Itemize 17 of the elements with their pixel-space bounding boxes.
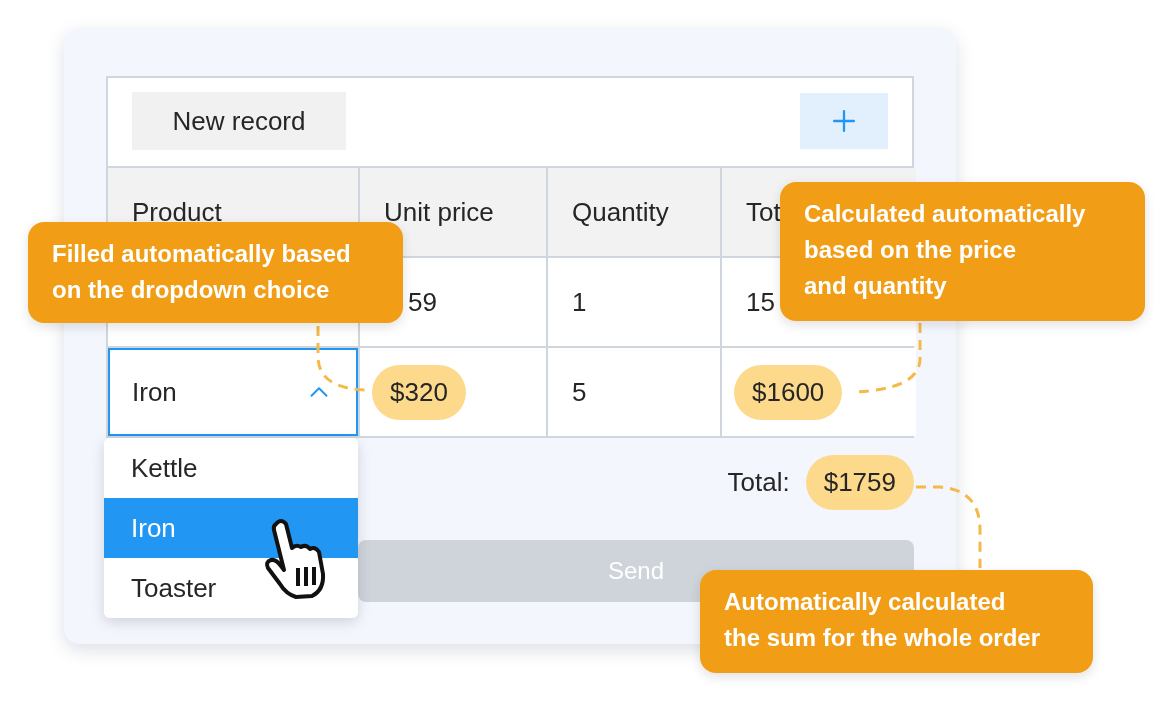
dropdown-option[interactable]: Kettle <box>104 438 358 498</box>
row-total-pill: $1600 <box>734 364 843 420</box>
table-cell: 1 <box>572 286 587 318</box>
total-pill: $1759 <box>805 454 914 510</box>
annotation-tooltip: Filled automatically based on the dropdown choice <box>28 222 403 323</box>
annotation-tooltip: Calculated automatically based on the price and quantity <box>780 182 1145 321</box>
total-label: Total: <box>727 466 790 498</box>
table-cell: 5 <box>572 376 587 408</box>
column-header: Quantity <box>548 168 720 256</box>
add-button[interactable] <box>800 93 888 149</box>
table-cell-text: 59 <box>407 286 437 318</box>
table-cell: 15 <box>746 286 775 318</box>
unit-price-pill: $320 <box>372 364 466 420</box>
annotation-tooltip: Automatically calculated the sum for the whole order <box>700 570 1093 673</box>
new-record-button[interactable]: New record <box>132 92 346 150</box>
product-select[interactable]: Iron <box>108 348 358 436</box>
column-header: Unit price <box>360 168 546 256</box>
